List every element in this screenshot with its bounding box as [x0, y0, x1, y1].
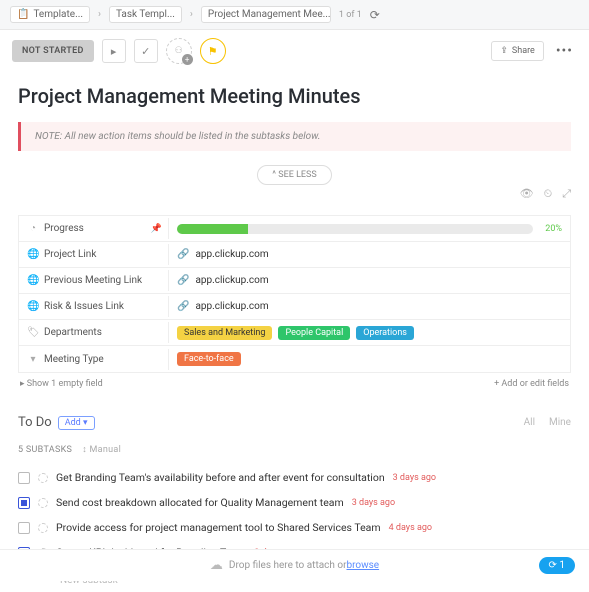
task-checkbox[interactable]	[18, 497, 30, 509]
chevron-right-icon: ›	[98, 9, 101, 20]
field-progress: ◔Progress📌 20%	[19, 216, 570, 242]
page-count: 1 of 1	[339, 10, 362, 20]
task-title[interactable]: Send cost breakdown allocated for Qualit…	[56, 496, 344, 509]
next-status-button[interactable]: ▸	[102, 39, 126, 63]
globe-icon: 🌐	[27, 249, 39, 260]
breadcrumb-bar: 📋Template... › Task Templ... › Project M…	[0, 0, 589, 30]
see-less-toggle[interactable]: ^ SEE LESS	[257, 165, 331, 185]
progress-bar[interactable]	[177, 224, 533, 234]
note-banner: NOTE: All new action items should be lis…	[18, 122, 571, 151]
breadcrumb-item[interactable]: Task Templ...	[109, 6, 182, 23]
task-checkbox[interactable]	[18, 472, 30, 484]
assignee-add-icon[interactable]: ⚇	[166, 38, 192, 64]
departments-tags[interactable]: Sales and Marketing People Capital Opera…	[169, 322, 570, 344]
dropdown-icon: ▾	[27, 354, 39, 365]
browse-link[interactable]: browse	[346, 560, 379, 571]
chevron-right-icon: ›	[190, 9, 193, 20]
more-menu-icon[interactable]: •••	[552, 43, 577, 59]
todo-heading: To Do	[18, 415, 52, 430]
sort-manual[interactable]: ↕ Manual	[82, 444, 121, 455]
filter-all[interactable]: All	[524, 417, 535, 428]
history-icon[interactable]: ⏲	[544, 187, 553, 201]
share-button[interactable]: ⇪Share	[491, 41, 543, 61]
activity-bubble[interactable]: ⟳ 1	[539, 557, 575, 574]
globe-icon: 🌐	[27, 301, 39, 312]
tag-sales-marketing[interactable]: Sales and Marketing	[177, 326, 272, 340]
refresh-icon[interactable]: ⟳	[370, 8, 380, 22]
tag-icon: 🏷	[27, 327, 39, 338]
task-date: 4 days ago	[389, 523, 432, 533]
priority-flag-icon[interactable]: ⚑	[200, 38, 226, 64]
progress-icon: ◔	[27, 223, 39, 234]
filter-mine[interactable]: Mine	[549, 417, 571, 428]
tag-meeting-type[interactable]: Face-to-face	[177, 352, 241, 366]
field-departments: 🏷Departments Sales and Marketing People …	[19, 320, 570, 346]
task-row[interactable]: Get Branding Team's availability before …	[18, 465, 571, 490]
subtasks-count: 5 SUBTASKS	[18, 445, 72, 455]
share-icon: ⇪	[500, 46, 508, 56]
field-meeting-type: ▾Meeting Type Face-to-face	[19, 346, 570, 372]
task-row[interactable]: Send cost breakdown allocated for Qualit…	[18, 490, 571, 515]
task-status-icon[interactable]	[38, 473, 48, 483]
complete-button[interactable]: ✓	[134, 39, 158, 63]
field-prev-meeting-link: 🌐Previous Meeting Link 🔗app.clickup.com	[19, 268, 570, 294]
link-icon: 🔗	[177, 275, 189, 286]
progress-percent: 20%	[545, 224, 562, 234]
link-value[interactable]: app.clickup.com	[195, 275, 268, 286]
task-title[interactable]: Get Branding Team's availability before …	[56, 471, 385, 484]
link-value[interactable]: app.clickup.com	[195, 301, 268, 312]
task-title[interactable]: Provide access for project management to…	[56, 521, 381, 534]
link-value[interactable]: app.clickup.com	[195, 249, 268, 260]
todo-header: To Do Add ▾ All Mine	[18, 415, 571, 430]
link-icon: 🔗	[177, 249, 189, 260]
expand-icon[interactable]: ⤢	[562, 187, 571, 201]
field-risk-issues-link: 🌐Risk & Issues Link 🔗app.clickup.com	[19, 294, 570, 320]
breadcrumb-item[interactable]: 📋Template...	[10, 6, 90, 23]
visibility-icon[interactable]: 👁	[520, 187, 534, 201]
cloud-upload-icon: ☁	[210, 558, 223, 573]
globe-icon: 🌐	[27, 275, 39, 286]
field-project-link: 🌐Project Link 🔗app.clickup.com	[19, 242, 570, 268]
status-button[interactable]: NOT STARTED	[12, 40, 94, 62]
toolbar: NOT STARTED ▸ ✓ ⚇ ⚑ ⇪Share •••	[0, 30, 589, 72]
add-edit-fields[interactable]: + Add or edit fields	[494, 379, 569, 389]
pin-icon[interactable]: 📌	[151, 224, 162, 234]
custom-fields: ◔Progress📌 20% 🌐Project Link 🔗app.clicku…	[18, 215, 571, 373]
page-title[interactable]: Project Management Meeting Minutes	[18, 84, 571, 108]
tag-people-capital[interactable]: People Capital	[278, 326, 350, 340]
task-date: 3 days ago	[352, 498, 395, 508]
add-subtask-button[interactable]: Add ▾	[58, 416, 95, 430]
tag-operations[interactable]: Operations	[356, 326, 414, 340]
show-empty-fields[interactable]: ▸ Show 1 empty field	[20, 379, 103, 389]
task-date: 3 days ago	[393, 473, 436, 483]
task-row[interactable]: Provide access for project management to…	[18, 515, 571, 540]
link-icon: 🔗	[177, 301, 189, 312]
task-checkbox[interactable]	[18, 522, 30, 534]
task-status-icon[interactable]	[38, 523, 48, 533]
dropzone-bar[interactable]: ☁ Drop files here to attach or browse ⟳ …	[0, 549, 589, 581]
breadcrumb-item[interactable]: Project Management Mee...	[201, 6, 331, 23]
task-status-icon[interactable]	[38, 498, 48, 508]
